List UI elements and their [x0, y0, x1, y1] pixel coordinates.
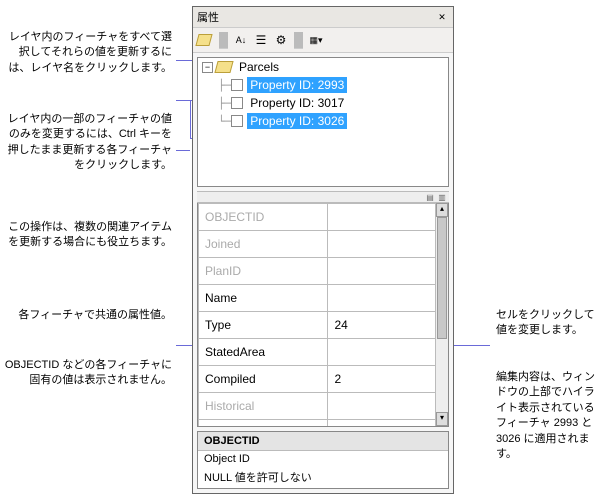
toolbar: A↓ ☰ ⚙ ▦▾: [193, 28, 453, 53]
field-info-pane: OBJECTID Object ID NULL 値を許可しない: [197, 431, 449, 489]
scrollbar[interactable]: ▴ ▾: [435, 203, 448, 426]
field-info-name: Object ID: [198, 451, 448, 467]
field-name-cell[interactable]: Type: [199, 312, 328, 339]
table-row: PlanID: [199, 258, 448, 285]
field-name-cell[interactable]: Name: [199, 285, 328, 312]
field-value-cell[interactable]: 2: [328, 366, 448, 393]
connector: [190, 100, 191, 138]
field-value-cell[interactable]: 24: [328, 312, 448, 339]
layer-name: Parcels: [236, 59, 282, 75]
feature-label: Property ID: 3026: [247, 113, 347, 129]
tree-feature-row[interactable]: ├─ Property ID: 3017: [198, 94, 448, 112]
tree-layer-row[interactable]: − Parcels: [198, 58, 448, 76]
separator: [219, 32, 228, 49]
field-name-cell[interactable]: StatedArea: [199, 339, 328, 366]
attribute-table: OBJECTIDJoinedPlanIDNameType24StatedArea…: [198, 203, 448, 427]
field-name-cell[interactable]: Compiled: [199, 366, 328, 393]
close-button[interactable]: ✕: [435, 11, 449, 23]
field-info-null: NULL 値を許可しない: [198, 467, 448, 487]
table-row: StatedArea: [199, 339, 448, 366]
tree-feature-row[interactable]: └─ Property ID: 3026: [198, 112, 448, 130]
field-value-cell[interactable]: [328, 420, 448, 428]
field-info-header: OBJECTID: [198, 432, 448, 451]
field-value-cell[interactable]: [328, 339, 448, 366]
polygon-layer-icon: [214, 61, 233, 73]
table-row: Name: [199, 285, 448, 312]
field-value-cell[interactable]: [328, 393, 448, 420]
annotation-left-1: レイヤ内のフィーチャをすべて選択してそれらの値を更新するには、レイヤ名をクリック…: [0, 30, 172, 76]
table-row: Joined: [199, 231, 448, 258]
table-row: OBJECTID: [199, 204, 448, 231]
feature-icon: [231, 79, 243, 91]
tree-pane: − Parcels ├─ Property ID: 2993 ├─ Proper…: [197, 57, 449, 187]
scroll-down-icon[interactable]: ▾: [436, 412, 448, 426]
options-icon[interactable]: ⚙: [272, 31, 290, 49]
table-row: Historical: [199, 393, 448, 420]
expand-icon[interactable]: −: [202, 62, 213, 73]
field-name-cell[interactable]: OBJECTID: [199, 204, 328, 231]
connector: [176, 100, 190, 101]
connector: [176, 150, 190, 151]
separator: [294, 32, 303, 49]
feature-icon: [231, 97, 243, 109]
annotation-right-2: 編集内容は、ウィンドウの上部でハイライト表示されているフィーチャ 2993 と …: [496, 370, 596, 462]
table-row: Type24: [199, 312, 448, 339]
attributes-window: 属性 ✕ A↓ ☰ ⚙ ▦▾ − Parcels ├─ Property ID:…: [192, 6, 454, 494]
feature-icon: [231, 115, 243, 127]
field-name-cell[interactable]: GroupID: [199, 420, 328, 428]
tree-icon[interactable]: ☰: [252, 31, 270, 49]
menu-dropdown-icon[interactable]: ▦▾: [307, 31, 325, 49]
annotation-right-1: セルをクリックして値を変更します。: [496, 308, 596, 339]
tree-feature-row[interactable]: ├─ Property ID: 2993: [198, 76, 448, 94]
pane-switcher[interactable]: ▤ ▥: [197, 191, 449, 203]
field-name-cell[interactable]: PlanID: [199, 258, 328, 285]
field-value-cell[interactable]: [328, 231, 448, 258]
feature-label: Property ID: 2993: [247, 77, 347, 93]
annotation-left-2: レイヤ内の一部のフィーチャの値のみを変更するには、Ctrl キーを押したまま更新…: [0, 112, 172, 174]
view-icon[interactable]: ▥: [437, 193, 447, 202]
layer-icon[interactable]: [197, 31, 215, 49]
annotation-left-3: この操作は、複数の関連アイテムを更新する場合にも役立ちます。: [0, 220, 172, 251]
grid-pane: OBJECTIDJoinedPlanIDNameType24StatedArea…: [197, 203, 449, 427]
field-value-cell[interactable]: [328, 204, 448, 231]
scroll-thumb[interactable]: [437, 217, 447, 339]
annotation-left-4: 各フィーチャで共通の属性値。: [0, 308, 172, 323]
tree-line: ├─: [218, 79, 231, 92]
table-row: GroupID: [199, 420, 448, 428]
field-value-cell[interactable]: [328, 258, 448, 285]
titlebar[interactable]: 属性 ✕: [193, 7, 453, 28]
feature-label: Property ID: 3017: [247, 95, 347, 111]
table-row: Compiled2: [199, 366, 448, 393]
tree-line: ├─: [218, 97, 231, 110]
view-icon[interactable]: ▤: [425, 193, 435, 202]
sort-az-icon[interactable]: A↓: [232, 31, 250, 49]
window-title: 属性: [197, 9, 435, 25]
field-name-cell[interactable]: Historical: [199, 393, 328, 420]
tree-line: └─: [218, 115, 231, 128]
field-value-cell[interactable]: [328, 285, 448, 312]
annotation-left-5: OBJECTID などの各フィーチャに固有の値は表示されません。: [0, 358, 172, 389]
scroll-up-icon[interactable]: ▴: [436, 203, 448, 217]
field-name-cell[interactable]: Joined: [199, 231, 328, 258]
